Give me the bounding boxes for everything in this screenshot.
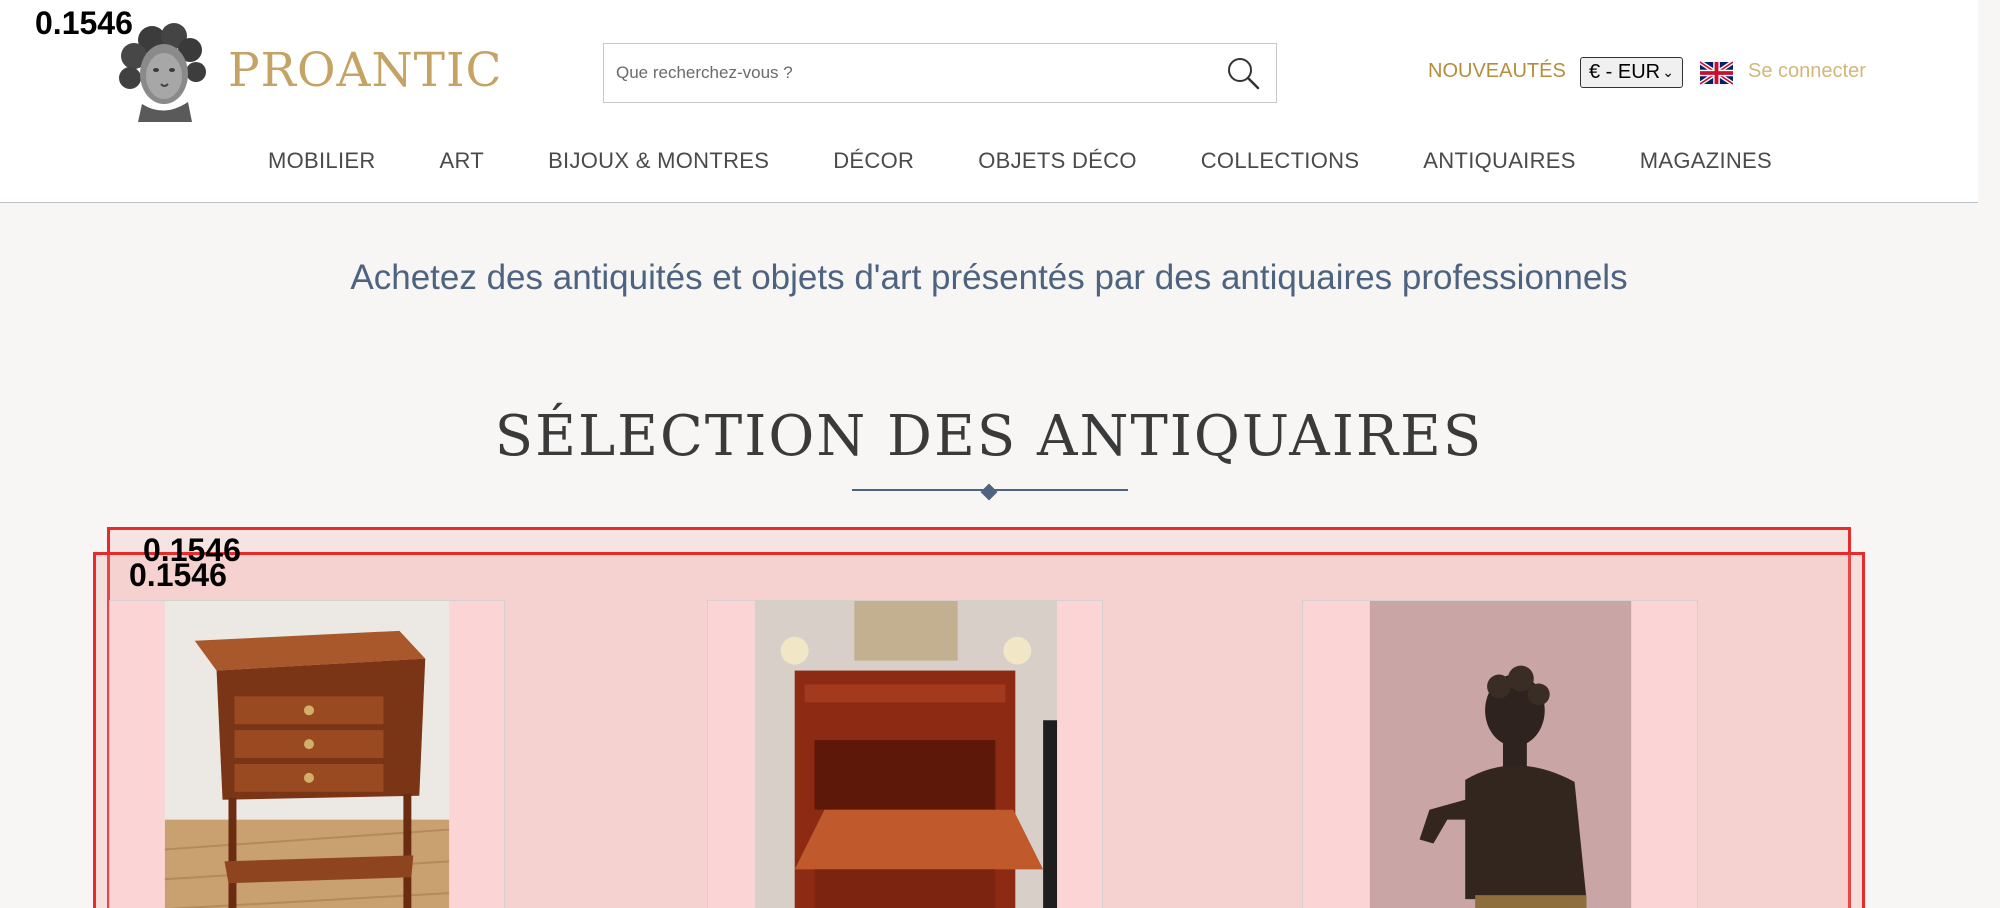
currency-select[interactable]: € - EUR ⌄ xyxy=(1580,57,1683,88)
chevron-down-icon: ⌄ xyxy=(1662,64,1674,80)
product-card-bronze-bust[interactable] xyxy=(1302,600,1698,908)
section-title: SÉLECTION DES ANTIQUAIRES xyxy=(494,404,1484,469)
nav-item-antiquaires[interactable]: ANTIQUAIRES xyxy=(1423,148,1575,174)
nav-item-magazines[interactable]: MAGAZINES xyxy=(1640,148,1772,174)
search-box xyxy=(603,43,1277,103)
nav-item-art[interactable]: ART xyxy=(440,148,485,174)
product-image xyxy=(164,601,450,908)
product-image xyxy=(1369,601,1632,908)
nav-item-collections[interactable]: COLLECTIONS xyxy=(1201,148,1360,174)
product-card-secretaire[interactable] xyxy=(707,600,1103,908)
score-label-inner-box: 0.1546 xyxy=(129,557,227,593)
search-icon[interactable] xyxy=(1224,54,1262,92)
site-tagline: Achetez des antiquités et objets d'art p… xyxy=(350,258,1628,297)
nav-item-bijoux-montres[interactable]: BIJOUX & MONTRES xyxy=(548,148,769,174)
login-link[interactable]: Se connecter xyxy=(1748,60,1866,83)
product-card-nightstand[interactable] xyxy=(109,600,505,908)
product-image xyxy=(754,601,1058,908)
nav-item-mobilier[interactable]: MOBILIER xyxy=(268,148,376,174)
nav-item-decor[interactable]: DÉCOR xyxy=(833,148,914,174)
divider-diamond-icon xyxy=(980,483,998,501)
brand-name: PROANTIC xyxy=(228,42,503,98)
brand-logo[interactable]: PROANTIC xyxy=(112,18,503,122)
nav-item-objets-deco[interactable]: OBJETS DÉCO xyxy=(978,148,1137,174)
score-label-top: 0.1546 xyxy=(35,5,133,41)
currency-value: € - EUR xyxy=(1589,61,1661,83)
new-arrivals-link[interactable]: NOUVEAUTÉS xyxy=(1428,60,1566,83)
uk-flag-icon[interactable] xyxy=(1700,61,1733,85)
main-nav: MOBILIER ART BIJOUX & MONTRES DÉCOR OBJE… xyxy=(268,148,1836,174)
search-input[interactable] xyxy=(616,44,1206,102)
site-header: PROANTIC NOUVEAUTÉS € - EUR ⌄ Se connect… xyxy=(0,0,1978,203)
